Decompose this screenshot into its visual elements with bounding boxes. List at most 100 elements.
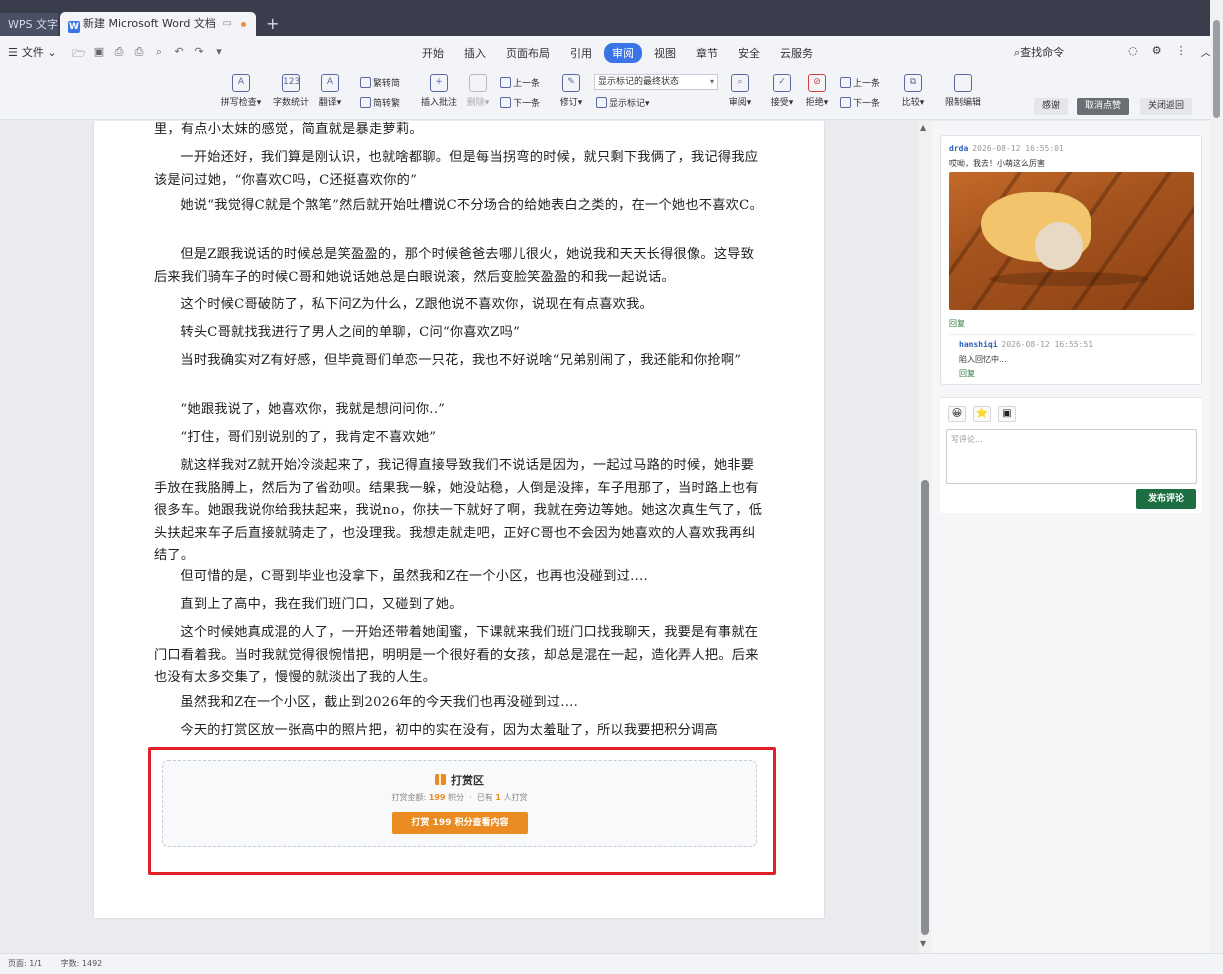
more-icon[interactable]: ⋮	[1176, 44, 1187, 60]
status-bar: 页面: 1/1 字数: 1492	[0, 953, 1223, 974]
track-changes-button[interactable]: ✎ 修订▾	[558, 74, 584, 108]
tab-cloud-services[interactable]: 云服务	[772, 43, 821, 63]
cancel-like-button[interactable]: 取消点赞	[1077, 98, 1130, 115]
paragraph[interactable]: 直到上了高中，我在我们班门口，又碰到了她。	[154, 594, 764, 617]
undo-icon[interactable]: ↶	[172, 45, 186, 64]
emoji-icon[interactable]: 😀	[948, 406, 966, 422]
paragraph[interactable]: 当时我确实对Z有好感，但毕竟哥们单恋一只花，我也不好说啥“兄弟别闹了，我还能和你…	[154, 350, 764, 373]
reward-amount: 199	[428, 793, 446, 802]
lock-doc-icon	[954, 74, 972, 92]
page-indicator[interactable]: 页面: 1/1	[8, 959, 42, 968]
compare-button[interactable]: ⧉ 比较▾	[899, 74, 927, 108]
delete-comment-button[interactable]: 删除▾	[464, 74, 492, 108]
unsaved-dot-icon	[241, 22, 246, 27]
tab-security[interactable]: 安全	[730, 43, 768, 63]
paragraph[interactable]: 这个时候C哥破防了，私下问Z为什么，Z跟他说不喜欢你，说现在有点喜欢我。	[154, 294, 764, 317]
next-comment-label: 下一条	[513, 99, 541, 109]
insert-comment-label: 插入批注	[420, 98, 457, 108]
save-icon[interactable]: ▣	[92, 45, 106, 64]
spell-check-label: 拼写检查	[220, 98, 257, 108]
paragraph[interactable]: 就这样我对Z就开始冷淡起来了，我记得直接导致我们不说话是因为，一起过马路的时候，…	[154, 455, 764, 568]
paragraph[interactable]: 今天的打赏区放一张高中的照片把，初中的实在没有，因为太羞耻了，所以我要把积分调高	[154, 720, 764, 742]
tab-section[interactable]: 章节	[688, 43, 726, 63]
window-scrollbar-thumb[interactable]	[1213, 20, 1220, 118]
simp-to-trad-icon	[360, 97, 371, 108]
paragraph[interactable]: “打住，哥们别说别的了，我肯定不喜欢她”	[154, 427, 764, 450]
reward-pay-button[interactable]: 打赏 199 积分查看内容	[392, 812, 528, 834]
reward-count: 1	[495, 793, 501, 802]
customize-toolbar-icon[interactable]: ▾	[212, 45, 226, 64]
accept-button[interactable]: ✓ 接受▾	[768, 74, 796, 108]
comment-input[interactable]: 写评论...	[946, 429, 1197, 484]
restrict-edit-button[interactable]: 限制编辑	[942, 74, 984, 108]
paragraph[interactable]: 一开始还好，我们算是刚认识，也就啥都聊。但是每当拐弯的时候，就只剩下我俩了，我记…	[154, 147, 764, 192]
next-change-button[interactable]: 下一条	[840, 96, 880, 109]
reply-link[interactable]: 回复	[959, 368, 975, 379]
comment-image[interactable]	[949, 172, 1194, 310]
trad-to-simp-button[interactable]: 繁转简	[360, 76, 400, 89]
paragraph[interactable]: 里，有点小太妹的感觉，简直就是暴走萝莉。	[154, 121, 764, 142]
search-command[interactable]: ⌕查找命令	[1014, 44, 1064, 60]
spell-check-button[interactable]: A 拼写检查▾	[218, 74, 264, 108]
post-comment-button[interactable]: 发布评论	[1136, 489, 1196, 509]
character-face	[1035, 222, 1083, 270]
paragraph[interactable]: 这个时候她真成混的人了，一开始还带着她闺蜜，下课就来我们班门口找我聊天，我要是有…	[154, 622, 764, 690]
tab-home[interactable]: 开始	[414, 43, 452, 63]
tab-page-layout[interactable]: 页面布局	[498, 43, 558, 63]
redo-icon[interactable]: ↷	[192, 45, 206, 64]
reply-author: hanshiqi	[959, 340, 998, 349]
paragraph[interactable]: 转头C哥就找我进行了男人之间的单聊，C问“你喜欢Z吗”	[154, 322, 764, 345]
print-icon[interactable]: ⎙	[132, 45, 146, 64]
prev-comment-label: 上一条	[513, 79, 541, 89]
print-preview-icon[interactable]: ⌕	[152, 45, 166, 64]
image-icon[interactable]: ▣	[998, 406, 1016, 422]
paragraph[interactable]: 虽然我和Z在一个小区，截止到2026年的今天我们也再没碰到过....	[154, 692, 764, 715]
new-tab-button[interactable]: +	[266, 14, 279, 34]
chat-icon[interactable]: ◌	[1128, 44, 1138, 60]
scrollbar-thumb[interactable]	[921, 480, 929, 935]
next-comment-button[interactable]: 下一条	[500, 96, 540, 109]
prev-change-button[interactable]: 上一条	[840, 76, 880, 89]
word-count-indicator[interactable]: 字数: 1492	[61, 959, 103, 968]
close-return-button[interactable]: 关闭返回	[1140, 98, 1193, 115]
tab-references[interactable]: 引用	[562, 43, 600, 63]
reply-link[interactable]: 回复	[949, 318, 965, 329]
thanks-button[interactable]: 感谢	[1034, 98, 1069, 115]
markup-state-select[interactable]: 显示标记的最终状态	[594, 74, 718, 90]
reward-area: 打赏区 打赏金额: 199 积分 · 已有 1 人打赏 打赏 199 积分查看内…	[162, 760, 757, 847]
tab-wps-writer[interactable]: WPS 文字	[0, 13, 58, 36]
tab-review[interactable]: 审阅	[604, 43, 642, 63]
simp-to-trad-button[interactable]: 简转繁	[360, 96, 400, 109]
delete-comment-icon	[469, 74, 487, 92]
monitor-icon[interactable]: ▭	[223, 12, 232, 36]
next-change-icon	[840, 97, 851, 108]
translate-button[interactable]: A 翻译▾	[316, 74, 344, 108]
tab-insert[interactable]: 插入	[456, 43, 494, 63]
tab-view[interactable]: 视图	[646, 43, 684, 63]
gear-icon[interactable]: ⚙	[1152, 44, 1162, 60]
reward-amount-unit: 积分	[448, 793, 465, 802]
star-icon[interactable]: ⭐	[973, 406, 991, 422]
prev-comment-button[interactable]: 上一条	[500, 76, 540, 89]
word-count-button[interactable]: 123 字数统计	[270, 74, 312, 108]
tab-document[interactable]: W 新建 Microsoft Word 文档 ▭	[60, 12, 256, 36]
paragraph[interactable]: 她说“我觉得C就是个煞笔”然后就开始吐槽说C不分场合的给她表白之类的，在一个她也…	[154, 195, 764, 218]
open-folder-icon[interactable]: 🗁	[72, 45, 86, 64]
ribbon-tabs: 开始 插入 页面布局 引用 审阅 视图 章节 安全 云服务	[414, 43, 825, 63]
export-icon[interactable]: ⎙	[112, 45, 126, 64]
document-scrollbar[interactable]: ▲ ▼	[918, 121, 932, 953]
review-ribbon: A 拼写检查▾ 123 字数统计 A 翻译▾ 繁转简 简转繁 + 插入批注 删除▾ 上一…	[0, 68, 1210, 120]
insert-comment-button[interactable]: + 插入批注	[419, 74, 459, 108]
scroll-up-icon[interactable]: ▲	[920, 123, 926, 132]
paragraph[interactable]: 但可惜的是，C哥到毕业也没拿下，虽然我和Z在一个小区，也再也没碰到过....	[154, 566, 764, 589]
window-scrollbar[interactable]	[1210, 0, 1223, 953]
trad-to-simp-label: 繁转简	[373, 79, 401, 89]
reject-button[interactable]: ⊘ 拒绝▾	[803, 74, 831, 108]
review-pane-button[interactable]: ⌕ 审阅▾	[726, 74, 754, 108]
paragraph[interactable]: 但是Z跟我说话的时候总是笑盈盈的，那个时候爸爸去哪儿很火，她说我和天天长得很像。…	[154, 244, 764, 289]
paragraph[interactable]: “她跟我说了，她喜欢你，我就是想问问你..”	[154, 399, 764, 422]
scroll-down-icon[interactable]: ▼	[920, 939, 926, 948]
file-menu[interactable]: ☰ 文件 ⌄	[8, 44, 57, 60]
show-markup-button[interactable]: 显示标记▾	[596, 96, 650, 109]
reject-icon: ⊘	[808, 74, 826, 92]
